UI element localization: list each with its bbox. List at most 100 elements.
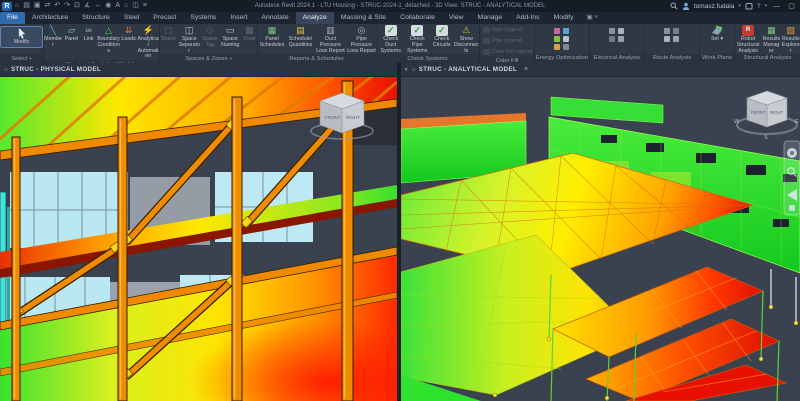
analytical-automation-button[interactable]: ⚡ Analytical Automation: [137, 25, 159, 60]
set-work-plane-button[interactable]: Set ▾: [705, 25, 729, 43]
results-manager-button[interactable]: ▦ Results Manager: [762, 25, 780, 54]
revit-logo-icon[interactable]: R: [2, 2, 12, 11]
username[interactable]: tomasz.fudala: [694, 3, 734, 10]
tab-annotate[interactable]: Annotate: [254, 12, 295, 24]
link-button[interactable]: ∞ Link: [81, 25, 96, 43]
measure-icon[interactable]: ∡: [84, 1, 90, 11]
energy-tool-icon[interactable]: [554, 28, 560, 34]
tab-massing-site[interactable]: Massing & Site: [334, 12, 393, 24]
analytical-view-title-bar[interactable]: ▾ ⌂ STRUC - ANALYTICAL MODEL ×: [401, 63, 800, 77]
panel-icon: ▱: [66, 25, 78, 36]
energy-tool-icon[interactable]: [554, 44, 560, 50]
redo-icon[interactable]: ↷: [64, 1, 70, 11]
space-naming-button[interactable]: ▭ Space Naming: [219, 25, 241, 49]
robot-structural-analysis-button[interactable]: R Robot Structural Analysis: [735, 25, 761, 54]
save-icon[interactable]: ▣: [34, 1, 41, 11]
tab-addins[interactable]: Add-Ins: [509, 12, 546, 24]
panel-label-check-systems[interactable]: Check Systems: [378, 54, 479, 63]
tag-icon[interactable]: ◉: [105, 1, 111, 11]
panel-energy-optimization: Energy Optimization: [535, 24, 590, 63]
route-tool-icon[interactable]: [664, 36, 670, 42]
tab-modify[interactable]: Modify: [547, 12, 581, 24]
panel-schedules-icon: ▦: [266, 25, 278, 36]
tab-steel[interactable]: Steel: [117, 12, 147, 24]
electrical-tool-icon[interactable]: [618, 36, 624, 42]
tab-collaborate[interactable]: Collaborate: [393, 12, 442, 24]
steering-wheel-icon[interactable]: [787, 148, 797, 158]
check-circuits-button[interactable]: ✓ Check Circuits: [431, 25, 453, 49]
check-pipe-systems-button[interactable]: ✓ Check Pipe Systems: [404, 25, 429, 54]
tab-systems[interactable]: Systems: [183, 12, 223, 24]
check-duct-systems-button[interactable]: ✓ Check Duct Systems: [378, 25, 403, 54]
modify-button[interactable]: Modify: [0, 26, 43, 48]
member-button[interactable]: ╲ Member: [44, 25, 62, 49]
section-icon[interactable]: ◫: [132, 1, 139, 11]
tab-analyze[interactable]: Analyze: [296, 12, 334, 24]
dimension-icon[interactable]: ↔: [94, 1, 101, 11]
results-explorer-button[interactable]: ▧ Results Explorer: [782, 25, 800, 54]
show-disconnects-button[interactable]: ⚠ Show Disconnects: [454, 25, 479, 54]
modify-label: Modify: [14, 40, 30, 46]
print-icon[interactable]: ⊡: [74, 1, 80, 11]
boundary-conditions-button[interactable]: △ Boundary Conditions: [97, 25, 120, 54]
pan-icon[interactable]: [789, 205, 795, 211]
thin-lines-icon[interactable]: ≡: [143, 1, 147, 11]
tab-precast[interactable]: Precast: [146, 12, 183, 24]
route-tool-icon[interactable]: [664, 28, 670, 34]
panel-label-reports-schedules[interactable]: Reports & Schedules: [258, 54, 377, 63]
schedule-quantities-button[interactable]: ▤ Schedule/ Quantities: [287, 25, 315, 49]
modify-cursor-icon: [16, 28, 28, 39]
energy-tool-icon[interactable]: [563, 36, 569, 42]
loads-button[interactable]: ⇊ Loads: [121, 25, 136, 43]
help-menu-caret-icon[interactable]: ▾: [764, 3, 767, 9]
duct-pressure-loss-report-button[interactable]: ▥ Duct Pressure Loss Report: [316, 25, 346, 54]
viewport-area: ⌂ STRUC - PHYSICAL MODEL: [0, 63, 800, 400]
electrical-tool-icon[interactable]: [609, 28, 615, 34]
electrical-tool-icon[interactable]: [609, 36, 615, 42]
route-tool-icon[interactable]: [673, 28, 679, 34]
electrical-tool-icon[interactable]: [618, 28, 624, 34]
app-store-icon[interactable]: [745, 2, 753, 10]
user-menu-caret-icon[interactable]: ▾: [738, 3, 741, 9]
tab-view[interactable]: View: [442, 12, 471, 24]
tab-architecture[interactable]: Architecture: [25, 12, 75, 24]
energy-tool-icon[interactable]: [554, 36, 560, 42]
panel-label-structural-analytical-model[interactable]: Structural Analytical Model▾: [44, 60, 159, 63]
tab-manage[interactable]: Manage: [471, 12, 510, 24]
panel-schedules-button[interactable]: ▦ Panel Schedules: [259, 25, 286, 49]
schedule-quantities-icon: ▤: [295, 25, 307, 36]
panel-label-select[interactable]: Select▾: [0, 54, 43, 63]
panel-select: Modify Select▾: [0, 24, 44, 63]
undo-icon[interactable]: ↶: [54, 1, 60, 11]
duct-pressure-loss-icon: ▥: [325, 25, 337, 36]
energy-tool-icon[interactable]: [563, 28, 569, 34]
tab-structure[interactable]: Structure: [75, 12, 117, 24]
close-view-button[interactable]: ×: [524, 66, 528, 73]
panel-label-spaces-zones[interactable]: Spaces & Zones▾: [160, 54, 257, 63]
default-3d-view-icon[interactable]: ⌂: [124, 1, 128, 11]
search-icon[interactable]: [670, 2, 678, 10]
minimize-button[interactable]: —: [771, 3, 782, 10]
svg-text:E: E: [795, 119, 799, 125]
home-icon[interactable]: ⌂: [15, 1, 19, 11]
space-separator-button[interactable]: ◫ Space Separator: [178, 25, 201, 54]
open-icon[interactable]: ▤: [23, 1, 30, 11]
physical-model-canvas[interactable]: FRONT RIGHT: [0, 77, 397, 401]
text-icon[interactable]: A: [115, 1, 120, 11]
help-icon[interactable]: ?: [757, 3, 761, 10]
analytical-model-canvas[interactable]: FRONT RIGHT W S E: [401, 77, 800, 401]
tab-file[interactable]: File: [0, 12, 25, 24]
pipe-pressure-loss-report-button[interactable]: ◎ Pipe Pressure Loss Report: [347, 25, 377, 54]
panel-label-energy-optimization: Energy Optimization: [535, 54, 589, 63]
sync-icon[interactable]: ⇄: [44, 1, 50, 11]
capture-icon[interactable]: ▣ ˅: [587, 12, 599, 24]
view-tab-caret-icon[interactable]: ▾: [405, 67, 408, 73]
energy-tool-icon[interactable]: [563, 44, 569, 50]
physical-view-title-bar[interactable]: ⌂ STRUC - PHYSICAL MODEL: [0, 63, 397, 77]
tab-insert[interactable]: Insert: [223, 12, 254, 24]
user-avatar-icon[interactable]: [682, 2, 690, 10]
panel-button[interactable]: ▱ Panel: [63, 25, 80, 43]
panel-work-plane: Set ▾ Work Plane: [700, 24, 735, 63]
restore-button[interactable]: ▢: [786, 2, 797, 10]
route-tool-icon[interactable]: [673, 36, 679, 42]
